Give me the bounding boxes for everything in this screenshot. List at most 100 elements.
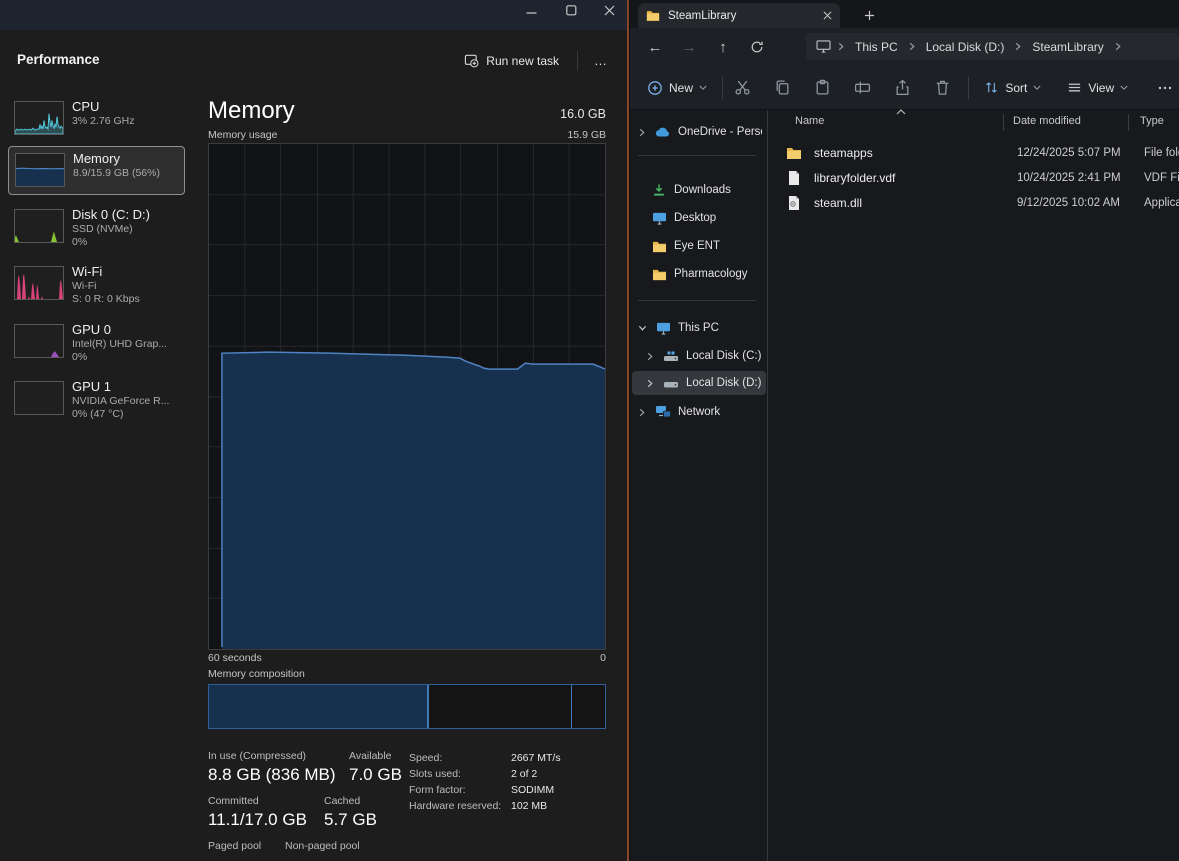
close-button[interactable] (598, 2, 620, 18)
paste-button[interactable] (809, 73, 837, 103)
explorer-tab-steamlibrary[interactable]: SteamLibrary (638, 3, 840, 28)
available-label: Available (349, 750, 391, 762)
minimize-button[interactable] (520, 2, 542, 18)
dll-file-icon (786, 195, 802, 211)
nav-desktop-label: Desktop (674, 212, 716, 224)
folder-icon (651, 240, 667, 253)
maximize-icon (566, 5, 577, 16)
share-button[interactable] (889, 73, 917, 103)
task-manager-more-button[interactable]: … (588, 51, 614, 70)
new-tab-button[interactable] (858, 5, 880, 25)
file-row-steam-dll[interactable]: steam.dll 9/12/2025 10:02 AM Application… (774, 190, 1179, 215)
sidebar-gpu0-title: GPU 0 (72, 322, 167, 338)
file-name: libraryfolder.vdf (814, 171, 895, 185)
sidebar-item-memory[interactable]: Memory 8.9/15.9 GB (56%) (8, 146, 185, 195)
chevron-right-icon[interactable] (644, 352, 656, 361)
task-manager-titlebar (0, 0, 628, 30)
sidebar-memory-title: Memory (73, 151, 160, 167)
chevron-right-icon[interactable] (636, 128, 648, 137)
refresh-button[interactable] (740, 33, 774, 61)
sidebar-item-cpu[interactable]: CPU 3% 2.76 GHz (8, 95, 185, 144)
nav-disk-c-label: Local Disk (C:) (686, 350, 761, 362)
breadcrumb-chevron-icon (1114, 42, 1122, 51)
sidebar-gpu1-title: GPU 1 (72, 379, 169, 395)
sidebar-item-wifi[interactable]: Wi-Fi Wi-Fi S: 0 R: 0 Kbps (8, 260, 185, 309)
in-use-value: 8.8 GB (836 MB) (208, 765, 336, 785)
desktop-icon (651, 212, 667, 225)
copy-button[interactable] (769, 73, 797, 103)
memory-usage-chart (208, 143, 606, 650)
memory-usage-area (222, 352, 605, 649)
cut-button[interactable] (729, 73, 757, 103)
memory-composition-bar (208, 684, 606, 729)
cached-label: Cached (324, 795, 360, 807)
chevron-down-icon[interactable] (636, 324, 648, 332)
form-factor-value: SODIMM (511, 784, 554, 796)
nav-item-pharmacology[interactable]: Pharmacology (632, 262, 766, 286)
nav-item-network[interactable]: Network (632, 400, 766, 424)
file-icon (786, 170, 802, 186)
breadcrumb-steamlibrary[interactable]: SteamLibrary (1024, 37, 1111, 57)
nav-item-downloads[interactable]: Downloads (632, 178, 766, 202)
delete-button[interactable] (928, 73, 956, 103)
maximize-button[interactable] (560, 2, 582, 18)
nav-item-onedrive[interactable]: OneDrive - Persona (632, 120, 766, 144)
in-use-label: In use (Compressed) (208, 750, 306, 762)
back-button[interactable]: ← (638, 33, 672, 61)
explorer-body: OneDrive - Persona Downloads Desktop (630, 110, 1179, 861)
file-type: VDF File (1144, 172, 1179, 184)
slots-used-label: Slots used: (409, 768, 461, 780)
page-title: Performance (17, 52, 100, 67)
file-list: Name Date modified Type steamapps 12/24/… (770, 110, 1179, 861)
drive-c-icon (663, 350, 679, 363)
nav-item-eye-ent[interactable]: Eye ENT (632, 234, 766, 258)
breadcrumb[interactable]: This PC Local Disk (D:) SteamLibrary (806, 33, 1179, 60)
toolbar-more-button[interactable] (1151, 73, 1179, 103)
paste-icon (814, 79, 831, 96)
column-divider[interactable] (1003, 114, 1004, 131)
view-button[interactable]: View (1058, 74, 1137, 101)
nav-separator (638, 300, 756, 301)
run-new-task-button[interactable]: Run new task (456, 48, 567, 73)
sidebar-cpu-stats: 3% 2.76 GHz (72, 115, 134, 128)
explorer-toolbar: New (630, 66, 1179, 110)
nav-item-local-disk-d[interactable]: Local Disk (D:) (632, 371, 766, 395)
chevron-right-icon[interactable] (644, 379, 656, 388)
forward-button[interactable]: → (672, 33, 706, 61)
column-header-date-modified[interactable]: Date modified (1013, 115, 1081, 127)
new-plus-icon (647, 80, 663, 96)
view-icon (1067, 80, 1082, 95)
sidebar-item-gpu1[interactable]: GPU 1 NVIDIA GeForce R... 0% (47 °C) (8, 375, 185, 424)
nav-item-desktop[interactable]: Desktop (632, 206, 766, 230)
up-button[interactable]: ↑ (706, 33, 740, 61)
new-button[interactable]: New (638, 74, 716, 102)
chevron-right-icon[interactable] (636, 408, 648, 417)
column-header-name[interactable]: Name (795, 115, 824, 127)
cut-icon (734, 79, 751, 96)
nav-this-pc-label: This PC (678, 322, 719, 334)
nav-item-this-pc[interactable]: This PC (632, 316, 766, 340)
sidebar-item-gpu0[interactable]: GPU 0 Intel(R) UHD Grap... 0% (8, 318, 185, 367)
sort-button[interactable]: Sort (975, 74, 1050, 101)
file-row-steamapps[interactable]: steamapps 12/24/2025 5:07 PM File folder (774, 140, 1179, 165)
view-button-label: View (1088, 81, 1114, 95)
sort-ascending-caret-icon (895, 108, 907, 116)
cached-value: 5.7 GB (324, 810, 377, 830)
file-date-modified: 10/24/2025 2:41 PM (1017, 172, 1121, 184)
file-type: Application extension (1144, 197, 1179, 209)
nav-onedrive-label: OneDrive - Persona (678, 126, 762, 138)
sidebar-wifi-name: Wi-Fi (72, 280, 140, 293)
rename-button[interactable] (849, 73, 877, 103)
tab-close-icon[interactable] (823, 11, 832, 20)
nav-item-local-disk-c[interactable]: Local Disk (C:) (632, 344, 766, 368)
composition-free-divider (571, 685, 572, 728)
column-header-type[interactable]: Type (1140, 115, 1164, 127)
sidebar-item-disk0[interactable]: Disk 0 (C: D:) SSD (NVMe) 0% (8, 203, 185, 252)
sidebar-gpu1-usage: 0% (47 °C) (72, 408, 169, 420)
breadcrumb-this-pc[interactable]: This PC (847, 37, 906, 57)
file-row-libraryfolder-vdf[interactable]: libraryfolder.vdf 10/24/2025 2:41 PM VDF… (774, 165, 1179, 190)
breadcrumb-local-disk-d[interactable]: Local Disk (D:) (918, 37, 1013, 57)
column-divider[interactable] (1128, 114, 1129, 131)
paged-pool-label: Paged pool (208, 840, 261, 852)
task-manager-window: Performance Run new task … CPU 3% 2.76 G… (0, 0, 628, 861)
